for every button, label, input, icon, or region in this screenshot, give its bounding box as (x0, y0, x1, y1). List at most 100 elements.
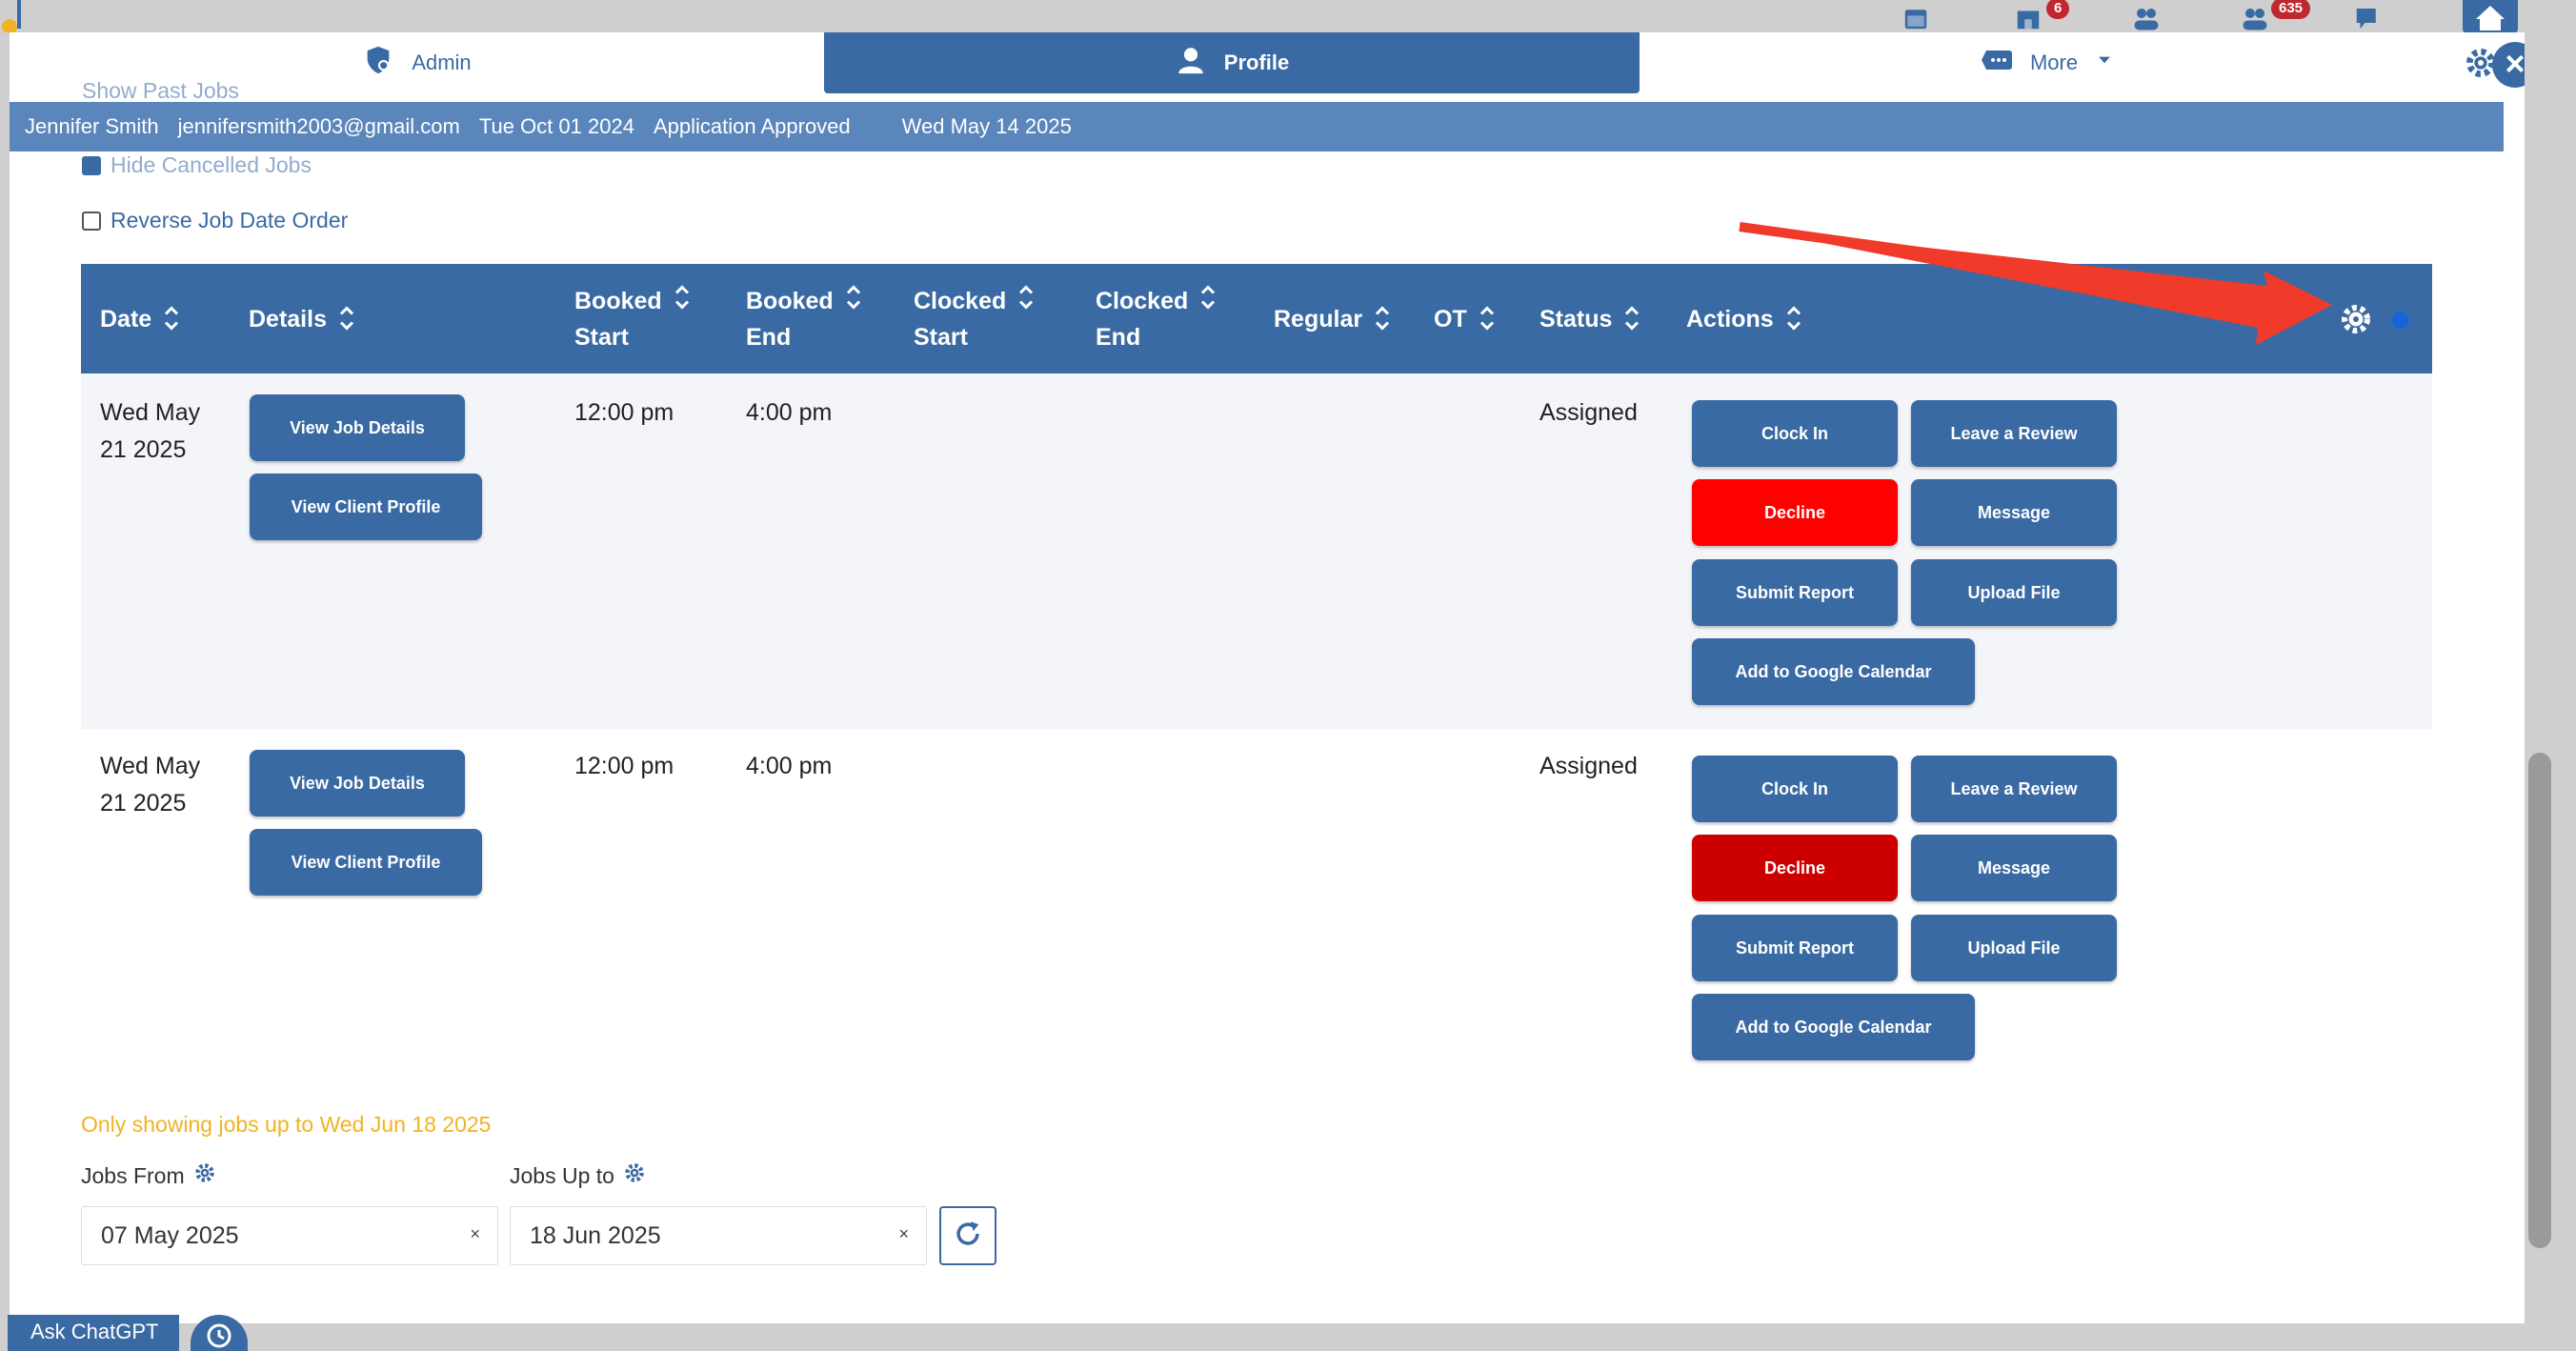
sort-icon[interactable] (1623, 304, 1640, 333)
decline-button[interactable]: Decline (1692, 479, 1898, 546)
status-dot (2392, 312, 2409, 329)
store-icon[interactable] (2012, 4, 2044, 32)
tab-profile[interactable]: Profile (824, 32, 1640, 93)
sort-icon[interactable] (845, 283, 860, 313)
application-status: Application Approved (653, 114, 851, 138)
team-icon[interactable] (2239, 4, 2271, 32)
column-header-status[interactable]: Status (1540, 264, 1640, 373)
sort-icon[interactable] (1785, 304, 1801, 333)
gear-icon[interactable] (622, 1160, 647, 1191)
date-range-note: Only showing jobs up to Wed Jun 18 2025 (81, 1112, 492, 1137)
message-button[interactable]: Message (1911, 835, 2117, 901)
column-header-ot[interactable]: OT (1434, 264, 1494, 373)
clear-up-to-icon[interactable]: × (898, 1224, 909, 1244)
view-client-profile-button[interactable]: View Client Profile (250, 829, 482, 896)
sort-icon[interactable] (1479, 304, 1494, 333)
booked-start-time: 12:00 pm (574, 399, 674, 426)
table-row: Wed May 21 2025 View Job Details View Cli… (81, 729, 2432, 1072)
add-to-google-calendar-button[interactable]: Add to Google Calendar (1692, 994, 1975, 1060)
booked-end-time: 4:00 pm (746, 753, 833, 779)
refresh-icon (952, 1218, 984, 1255)
table-row: Wed May 21 2025 View Job Details View Cli… (81, 373, 2432, 729)
header-clocked-start-label: Clocked Start (914, 287, 1007, 351)
message-button[interactable]: Message (1911, 479, 2117, 546)
clock-in-button[interactable]: Clock In (1692, 756, 1898, 822)
booked-start-time: 12:00 pm (574, 753, 674, 779)
column-header-actions[interactable]: Actions (1686, 264, 1801, 373)
header-ot-label: OT (1434, 305, 1467, 333)
clock-in-button[interactable]: Clock In (1692, 400, 1898, 467)
reverse-order-checkbox[interactable] (82, 211, 101, 231)
refresh-button[interactable] (939, 1206, 996, 1265)
row-date: Wed May 21 2025 (100, 753, 201, 817)
header-booked-end-label: Booked End (746, 287, 834, 351)
clear-from-icon[interactable]: × (470, 1224, 480, 1244)
upload-file-button[interactable]: Upload File (1911, 559, 2117, 626)
home-icon[interactable] (2463, 0, 2518, 34)
user-name: Jennifer Smith (25, 114, 159, 138)
hide-cancelled-option[interactable]: Hide Cancelled Jobs (82, 152, 312, 178)
history-icon[interactable] (191, 1315, 248, 1351)
column-header-date[interactable]: Date (100, 264, 179, 373)
view-job-details-button[interactable]: View Job Details (250, 394, 465, 461)
job-status: Assigned (1540, 399, 1638, 426)
reverse-order-option[interactable]: Reverse Job Date Order (82, 208, 348, 233)
column-header-details[interactable]: Details (249, 264, 354, 373)
hide-cancelled-label: Hide Cancelled Jobs (111, 152, 312, 177)
column-header-booked-end[interactable]: Booked End (746, 264, 860, 373)
view-client-profile-button[interactable]: View Client Profile (250, 474, 482, 540)
application-date: Tue Oct 01 2024 (478, 114, 634, 138)
hide-cancelled-checkbox[interactable] (82, 155, 101, 175)
view-job-details-button[interactable]: View Job Details (250, 750, 465, 817)
column-header-booked-start[interactable]: Booked Start (574, 264, 689, 373)
reverse-order-label: Reverse Job Date Order (111, 208, 349, 232)
jobs-up-to-label: Jobs Up to (510, 1162, 614, 1188)
jobs-up-to-label-group: Jobs Up to (510, 1160, 647, 1191)
chat-icon[interactable] (2351, 4, 2384, 32)
calendar-icon[interactable] (1900, 4, 1932, 32)
row-date: Wed May 21 2025 (100, 399, 201, 463)
scrollbar-thumb[interactable] (2528, 753, 2551, 1248)
column-header-clocked-end[interactable]: Clocked End (1096, 264, 1216, 373)
jobs-from-value: 07 May 2025 (101, 1221, 239, 1249)
app-top-bar (0, 0, 2576, 32)
sort-icon[interactable] (338, 304, 354, 333)
tab-more[interactable]: More (1640, 32, 2455, 93)
app-logo (0, 0, 25, 34)
add-to-google-calendar-button[interactable]: Add to Google Calendar (1692, 638, 1975, 705)
chevron-down-icon (2095, 50, 2114, 75)
booked-end-time: 4:00 pm (746, 399, 833, 426)
ellipsis-tag-icon (1981, 44, 2013, 82)
ask-chatgpt-button[interactable]: Ask ChatGPT (8, 1315, 179, 1351)
job-status: Assigned (1540, 753, 1638, 779)
sort-icon[interactable] (674, 283, 689, 313)
modal-tabs: Admin Profile More (10, 32, 2525, 95)
decline-button[interactable]: Decline (1692, 835, 1898, 901)
submit-report-button[interactable]: Submit Report (1692, 915, 1898, 981)
upload-file-button[interactable]: Upload File (1911, 915, 2117, 981)
approval-date: Wed May 14 2025 (901, 114, 1072, 138)
header-actions-label: Actions (1686, 305, 1774, 333)
header-status-label: Status (1540, 305, 1613, 333)
sort-icon[interactable] (1199, 283, 1216, 313)
show-past-jobs-option[interactable]: Show Past Jobs (82, 78, 239, 104)
column-header-clocked-start[interactable]: Clocked Start (914, 264, 1034, 373)
sort-icon[interactable] (163, 304, 179, 333)
leave-review-button[interactable]: Leave a Review (1911, 756, 2117, 822)
sort-icon[interactable] (1017, 283, 1034, 313)
jobs-from-label: Jobs From (81, 1162, 185, 1188)
jobs-from-date-input[interactable]: 07 May 2025 × (81, 1206, 498, 1265)
users-icon[interactable] (2130, 4, 2163, 32)
column-header-regular[interactable]: Regular (1274, 264, 1390, 373)
person-icon (1175, 44, 1207, 82)
jobs-up-to-date-input[interactable]: 18 Jun 2025 × (510, 1206, 927, 1265)
leave-review-button[interactable]: Leave a Review (1911, 400, 2117, 467)
header-details-label: Details (249, 305, 327, 333)
jobs-table-header: Date Details Booked Start Booked End Clock… (81, 264, 2432, 373)
header-booked-start-label: Booked Start (574, 287, 662, 351)
sort-icon[interactable] (1374, 304, 1390, 333)
gear-icon[interactable] (192, 1160, 217, 1191)
column-settings-gear-icon[interactable] (2339, 302, 2373, 336)
submit-report-button[interactable]: Submit Report (1692, 559, 1898, 626)
user-email: jennifersmith2003@gmail.com (177, 114, 460, 138)
